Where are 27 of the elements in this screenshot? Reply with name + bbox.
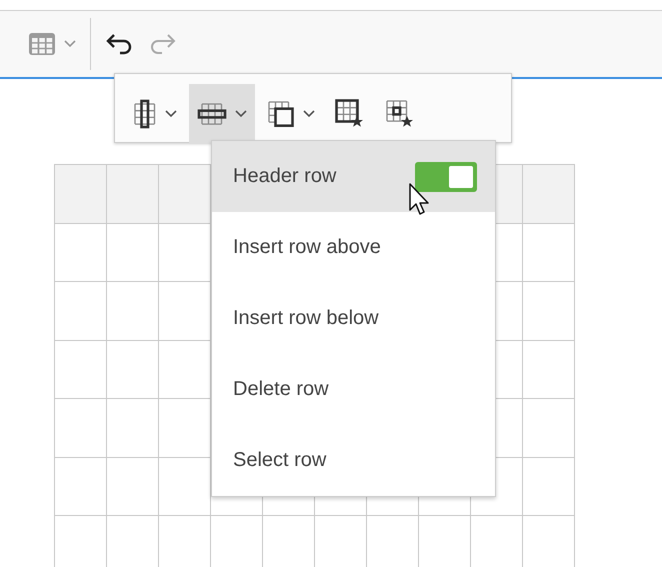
- cell-star-icon: [385, 99, 415, 129]
- menu-item[interactable]: Header row: [212, 141, 495, 212]
- menu-item[interactable]: Insert row above: [212, 212, 495, 283]
- toggle-switch[interactable]: [415, 162, 477, 192]
- chevron-down-icon: [303, 110, 315, 118]
- menu-item[interactable]: Insert row below: [212, 283, 495, 354]
- merge-cells-icon: [267, 100, 295, 128]
- table-cell: [523, 340, 575, 399]
- table-icon: [28, 32, 56, 56]
- table-cell: [523, 282, 575, 340]
- menu-item[interactable]: Select row: [212, 425, 495, 496]
- insert-column-icon: [133, 99, 157, 129]
- chevron-down-icon: [165, 110, 177, 118]
- table-cell: [107, 340, 159, 399]
- table-cell: [107, 224, 159, 282]
- table-cell: [523, 458, 575, 516]
- table-cell: [107, 399, 159, 458]
- table-star-icon: [335, 99, 365, 129]
- table-cell: [523, 399, 575, 458]
- row-button[interactable]: [189, 84, 255, 144]
- chevron-down-icon: [64, 40, 76, 48]
- table-cell: [107, 458, 159, 516]
- table-cell: [523, 224, 575, 282]
- table-cell: [107, 282, 159, 340]
- insert-row-icon: [197, 102, 227, 126]
- chevron-down-icon: [235, 110, 247, 118]
- menu-item[interactable]: Delete row: [212, 354, 495, 425]
